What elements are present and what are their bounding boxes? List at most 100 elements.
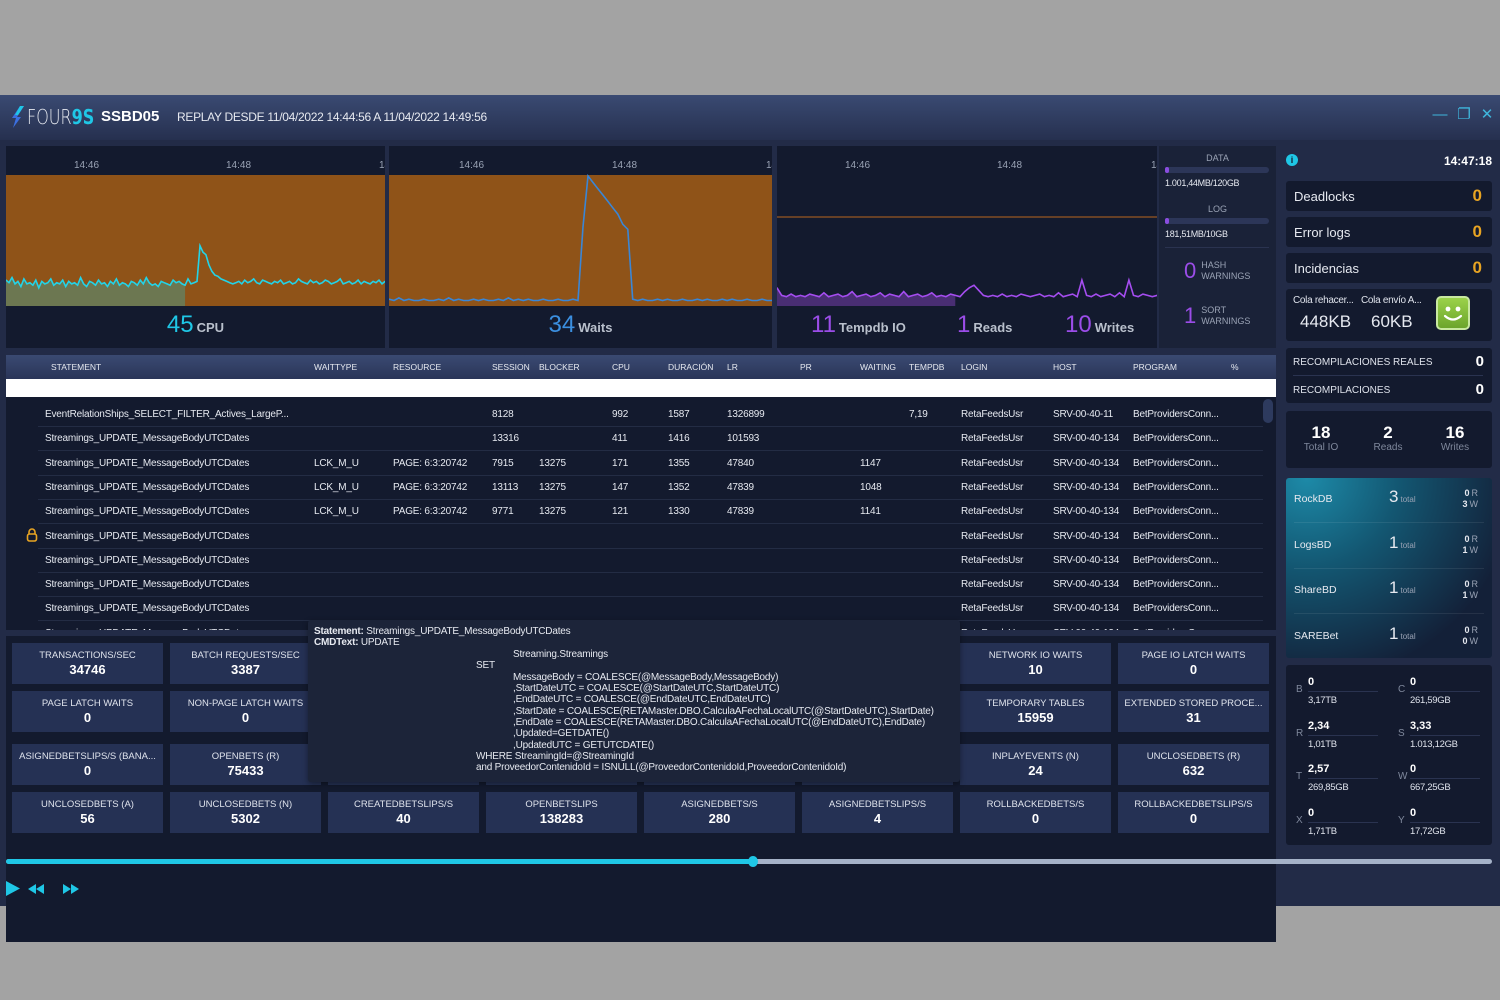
col-session[interactable]: SESSION <box>492 362 530 372</box>
restore-button[interactable]: ❐ <box>1456 107 1472 123</box>
col-lr[interactable]: LR <box>727 362 738 372</box>
cell-resource: PAGE: 6:3:20742 <box>393 481 468 493</box>
chart-point <box>423 298 425 300</box>
time-tick: 14:46 <box>74 160 100 171</box>
chart-point <box>136 284 138 286</box>
chart-point <box>1090 296 1092 298</box>
chart-point <box>190 283 192 285</box>
metric-tile[interactable]: NETWORK IO WAITS 10 <box>960 643 1111 684</box>
chart-point <box>354 282 356 284</box>
storage-panel: DATA 1.001,44MB/120GB LOG 181,51MB/10GB … <box>1159 146 1276 348</box>
col-waiting[interactable]: WAITING <box>860 362 896 372</box>
table-row[interactable]: Streamings_UPDATE_MessageBodyUTCDates LCK… <box>38 500 1263 525</box>
database-row[interactable]: RockDB 3 total 0 R 3 W <box>1286 478 1492 523</box>
metric-tile[interactable]: NON-PAGE LATCH WAITS 0 <box>170 691 321 732</box>
rewind-icon[interactable] <box>28 884 44 894</box>
metric-tile[interactable]: OPENBETS (R) 75433 <box>170 744 321 785</box>
col-program[interactable]: PROGRAM <box>1133 362 1177 372</box>
cell-host: SRV-00-40-134 <box>1053 603 1120 615</box>
table-row[interactable]: EventRelationShips_SELECT_FILTER_Actives… <box>38 403 1263 427</box>
play-icon[interactable] <box>6 881 20 896</box>
col-duracion[interactable]: DURACIÓN <box>668 362 713 372</box>
cell-statement: EventRelationShips_SELECT_FILTER_Actives… <box>45 409 289 420</box>
table-row[interactable]: Streamings_UPDATE_MessageBodyUTCDates 133… <box>38 427 1263 452</box>
replay-slider[interactable] <box>6 856 1492 867</box>
table-row[interactable]: Streamings_UPDATE_MessageBodyUTCDates Ret… <box>38 573 1263 598</box>
chart-point <box>11 277 13 279</box>
database-io-box: RockDB 3 total 0 R 3 W LogsBD 1 total 0 R 1 W ShareBD 1… <box>1286 478 1492 658</box>
col-blocker[interactable]: BLOCKER <box>539 362 580 372</box>
chart-point <box>205 254 207 256</box>
metric-tile[interactable]: BATCH REQUESTS/SEC 3387 <box>170 643 321 684</box>
table-row[interactable]: Streamings_UPDATE_MessageBodyUTCDates Ret… <box>38 597 1263 622</box>
col-tempdb[interactable]: TEMPDB <box>909 362 944 372</box>
database-name: ShareBD <box>1294 584 1337 596</box>
chart-point <box>926 294 928 296</box>
chart-point <box>448 297 450 299</box>
table-row[interactable]: Streamings_UPDATE_MessageBodyUTCDates Ret… <box>38 525 1263 549</box>
fast-forward-icon[interactable] <box>63 884 79 894</box>
chart-point <box>187 278 189 280</box>
col-statement[interactable]: STATEMENT <box>51 362 101 372</box>
chart-point <box>288 280 291 282</box>
chart-point <box>315 280 317 282</box>
close-button[interactable]: ✕ <box>1479 107 1495 123</box>
metric-tile[interactable]: INPLAYEVENTS (N) 24 <box>960 744 1111 785</box>
info-icon[interactable]: i <box>1286 154 1298 166</box>
table-row[interactable]: Streamings_UPDATE_MessageBodyUTCDates LCK… <box>38 452 1263 476</box>
chart-point <box>351 283 353 285</box>
metric-tile[interactable]: TEMPORARY TABLES 15959 <box>960 691 1111 732</box>
chart-point <box>666 298 669 300</box>
metric-value: 5302 <box>231 811 260 826</box>
chart-point <box>226 280 228 282</box>
metric-tile[interactable]: UNCLOSEDBETS (A) 56 <box>12 792 163 833</box>
metric-tile[interactable]: EXTENDED STORED PROCE... 31 <box>1118 691 1269 732</box>
minimize-button[interactable]: — <box>1432 107 1448 123</box>
alert-incidencias[interactable]: Incidencias 0 <box>1286 253 1492 283</box>
alert-error-logs[interactable]: Error logs 0 <box>1286 217 1492 247</box>
table-row[interactable]: Streamings_UPDATE_MessageBodyUTCDates LCK… <box>38 476 1263 500</box>
col-resource[interactable]: RESOURCE <box>393 362 441 372</box>
metric-tile[interactable]: CREATEDBETSLIPS/S 40 <box>328 792 479 833</box>
table-filter-row[interactable] <box>6 379 1276 397</box>
col-cpu[interactable]: CPU <box>612 362 630 372</box>
alert-deadlocks[interactable]: Deadlocks 0 <box>1286 181 1492 211</box>
metric-tile[interactable]: UNCLOSEDBETS (R) 632 <box>1118 744 1269 785</box>
metric-value: 280 <box>708 811 731 826</box>
table-row[interactable]: Streamings_UPDATE_MessageBodyUTCDates Ret… <box>38 549 1263 573</box>
metric-tile[interactable]: TRANSACTIONS/SEC 34746 <box>12 643 163 684</box>
col-login[interactable]: LOGIN <box>961 362 987 372</box>
database-row[interactable]: ShareBD 1 total 0 R 1 W <box>1286 569 1492 614</box>
chart-point <box>285 282 288 284</box>
metric-label: ASIGNEDBETSLIPS/S (BANA... <box>19 751 156 762</box>
drive-letter: Y <box>1398 814 1405 826</box>
metric-tile[interactable]: ASIGNEDBETSLIPS/S 4 <box>802 792 953 833</box>
col-percent[interactable]: % <box>1231 362 1239 372</box>
metric-tile[interactable]: OPENBETSLIPS 138283 <box>486 792 637 833</box>
cell-duracion: 1352 <box>668 481 690 493</box>
metric-tile[interactable]: ASIGNEDBETSLIPS/S (BANA... 0 <box>12 744 163 785</box>
chart-point <box>1006 296 1008 298</box>
col-waittype[interactable]: WAITTYPE <box>314 362 357 372</box>
time-tick: 14:48 <box>997 160 1023 171</box>
metric-tile[interactable]: ROLLBACKEDBETS/S 0 <box>960 792 1111 833</box>
col-pr[interactable]: PR <box>800 362 812 372</box>
table-scrollbar[interactable] <box>1263 399 1273 423</box>
metric-tile[interactable]: ROLLBACKEDBETSLIPS/S 0 <box>1118 792 1269 833</box>
metric-tile[interactable]: UNCLOSEDBETS (N) 5302 <box>170 792 321 833</box>
metric-tile[interactable]: ASIGNEDBETS/S 280 <box>644 792 795 833</box>
database-row[interactable]: LogsBD 1 total 0 R 1 W <box>1286 524 1492 569</box>
metric-tile[interactable]: PAGE IO LATCH WAITS 0 <box>1118 643 1269 684</box>
cell-login: RetaFeedsUsr <box>961 579 1024 591</box>
log-usage-value: 181,51MB/10GB <box>1165 229 1228 239</box>
database-row[interactable]: SAREBet 1 total 0 R 0 W <box>1286 615 1492 660</box>
cell-program: BetProvidersConn... <box>1133 628 1219 630</box>
chart-point <box>330 283 332 285</box>
chart-point <box>280 279 282 281</box>
metric-tile[interactable]: PAGE LATCH WAITS 0 <box>12 691 163 732</box>
chart-point <box>860 294 862 296</box>
chart-point <box>89 280 91 282</box>
chart-point <box>1128 279 1130 281</box>
col-host[interactable]: HOST <box>1053 362 1077 372</box>
redo-queue-value: 448KB <box>1300 312 1352 331</box>
